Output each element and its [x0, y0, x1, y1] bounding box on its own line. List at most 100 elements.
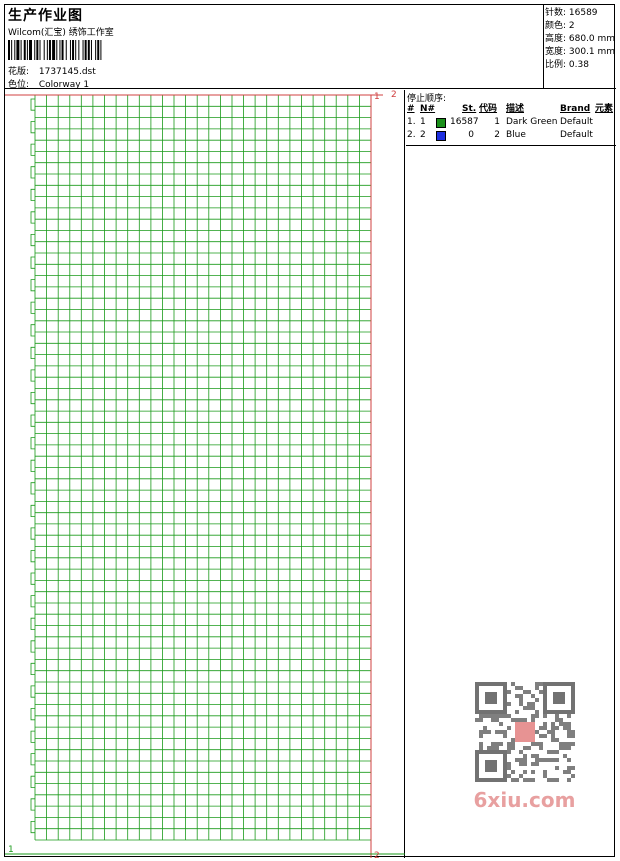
qr-module	[511, 738, 515, 742]
qr-module	[539, 742, 543, 746]
barcode-bar	[61, 40, 64, 60]
company-name: Wilcom(汇宝) 绣饰工作室	[8, 28, 114, 38]
color-count: 颜色: 2	[545, 21, 575, 31]
qr-module	[479, 734, 483, 738]
qr-module	[499, 742, 503, 746]
qr-module	[563, 742, 567, 746]
sheet-title: 生产作业图	[8, 8, 83, 24]
row-desc: Dark Green	[506, 117, 558, 127]
qr-module	[543, 726, 547, 730]
qr-module	[551, 778, 555, 782]
qr-module	[555, 726, 559, 730]
site-watermark: 6xiu.com	[467, 680, 582, 820]
qr-module	[559, 746, 563, 750]
qr-module	[531, 714, 535, 718]
qr-module	[503, 730, 507, 734]
qr-module	[515, 778, 519, 782]
qr-module	[539, 682, 543, 686]
qr-module	[551, 750, 555, 754]
row-stitches: 0	[468, 130, 474, 140]
row-brand: Default	[560, 117, 593, 127]
row-stitches: 16587	[450, 117, 479, 127]
row-desc: Blue	[506, 130, 526, 140]
qr-module	[523, 690, 527, 694]
col-header-index: #	[407, 104, 415, 114]
qr-module	[571, 774, 575, 778]
qr-module	[511, 746, 515, 750]
qr-center-stamp	[515, 722, 535, 742]
design-height: 高度: 680.0 mm	[545, 34, 616, 44]
qr-module	[571, 730, 575, 734]
qr-module	[535, 710, 539, 714]
qr-module	[555, 718, 559, 722]
qr-module	[523, 770, 527, 774]
qr-module	[523, 778, 527, 782]
table-row: 2. 2 0 2 Blue Default	[406, 129, 616, 142]
qr-module	[539, 734, 543, 738]
marker-bottom-start: 1	[8, 845, 14, 855]
qr-module	[551, 738, 555, 742]
barcode-bar	[29, 40, 32, 60]
qr-module	[507, 766, 511, 770]
qr-module	[555, 714, 559, 718]
barcode-bar	[8, 40, 10, 60]
design-preview: 1 2 1 2	[5, 90, 405, 858]
qr-module	[483, 714, 487, 718]
qr-module	[531, 702, 535, 706]
qr-module	[511, 682, 515, 686]
qr-module	[507, 750, 511, 754]
qr-module	[543, 722, 547, 726]
barcode-bar	[75, 40, 77, 60]
stop-sequence-table: # N# St. 代码 描述 Brand 元素 1. 1 16587 1 Dar…	[406, 103, 616, 142]
qr-module	[539, 726, 543, 730]
barcode	[8, 40, 102, 60]
barcode-bar	[43, 40, 45, 60]
col-header-brand: Brand	[560, 104, 591, 114]
barcode-bar	[90, 40, 92, 60]
panel-divider	[406, 145, 616, 146]
qr-module	[535, 762, 539, 766]
qr-module	[559, 722, 563, 726]
barcode-bar	[84, 40, 87, 60]
qr-module	[567, 758, 571, 762]
qr-module	[567, 770, 571, 774]
qr-module	[511, 718, 515, 722]
row-code: 1	[494, 117, 500, 127]
qr-module	[567, 722, 571, 726]
qr-module	[519, 758, 523, 762]
barcode-bar	[69, 40, 71, 60]
col-header-code: 代码	[479, 104, 498, 114]
qr-module	[523, 718, 527, 722]
pattern-label: 花版:	[8, 67, 30, 77]
marker-top-start: 1	[374, 92, 380, 102]
barcode-bar	[23, 40, 26, 60]
qr-module	[523, 758, 527, 762]
qr-module	[519, 694, 523, 698]
qr-module	[535, 698, 539, 702]
sheet-header: 生产作业图 Wilcom(汇宝) 绣饰工作室 花版: 1737145.dst 色…	[5, 5, 616, 90]
qr-module	[563, 722, 567, 726]
barcode-bar	[26, 40, 28, 60]
qr-module	[559, 718, 563, 722]
qr-module	[551, 758, 555, 762]
qr-module	[567, 734, 571, 738]
qr-module	[531, 770, 535, 774]
qr-module	[479, 714, 483, 718]
qr-module	[551, 730, 555, 734]
table-row: 1. 1 16587 1 Dark Green Default	[406, 116, 616, 129]
qr-module	[515, 758, 519, 762]
qr-module	[507, 726, 511, 730]
qr-module	[495, 714, 499, 718]
design-width: 宽度: 300.1 mm	[545, 47, 616, 57]
qr-module	[567, 714, 571, 718]
pattern-line: 花版: 1737145.dst	[8, 64, 96, 77]
qr-module	[567, 742, 571, 746]
qr-module	[535, 682, 539, 686]
qr-module	[547, 778, 551, 782]
qr-module	[531, 778, 535, 782]
qr-finder-core	[553, 692, 565, 704]
qr-module	[543, 770, 547, 774]
qr-finder-core	[485, 760, 497, 772]
qr-module	[535, 686, 539, 690]
row-index: 2.	[407, 130, 416, 140]
